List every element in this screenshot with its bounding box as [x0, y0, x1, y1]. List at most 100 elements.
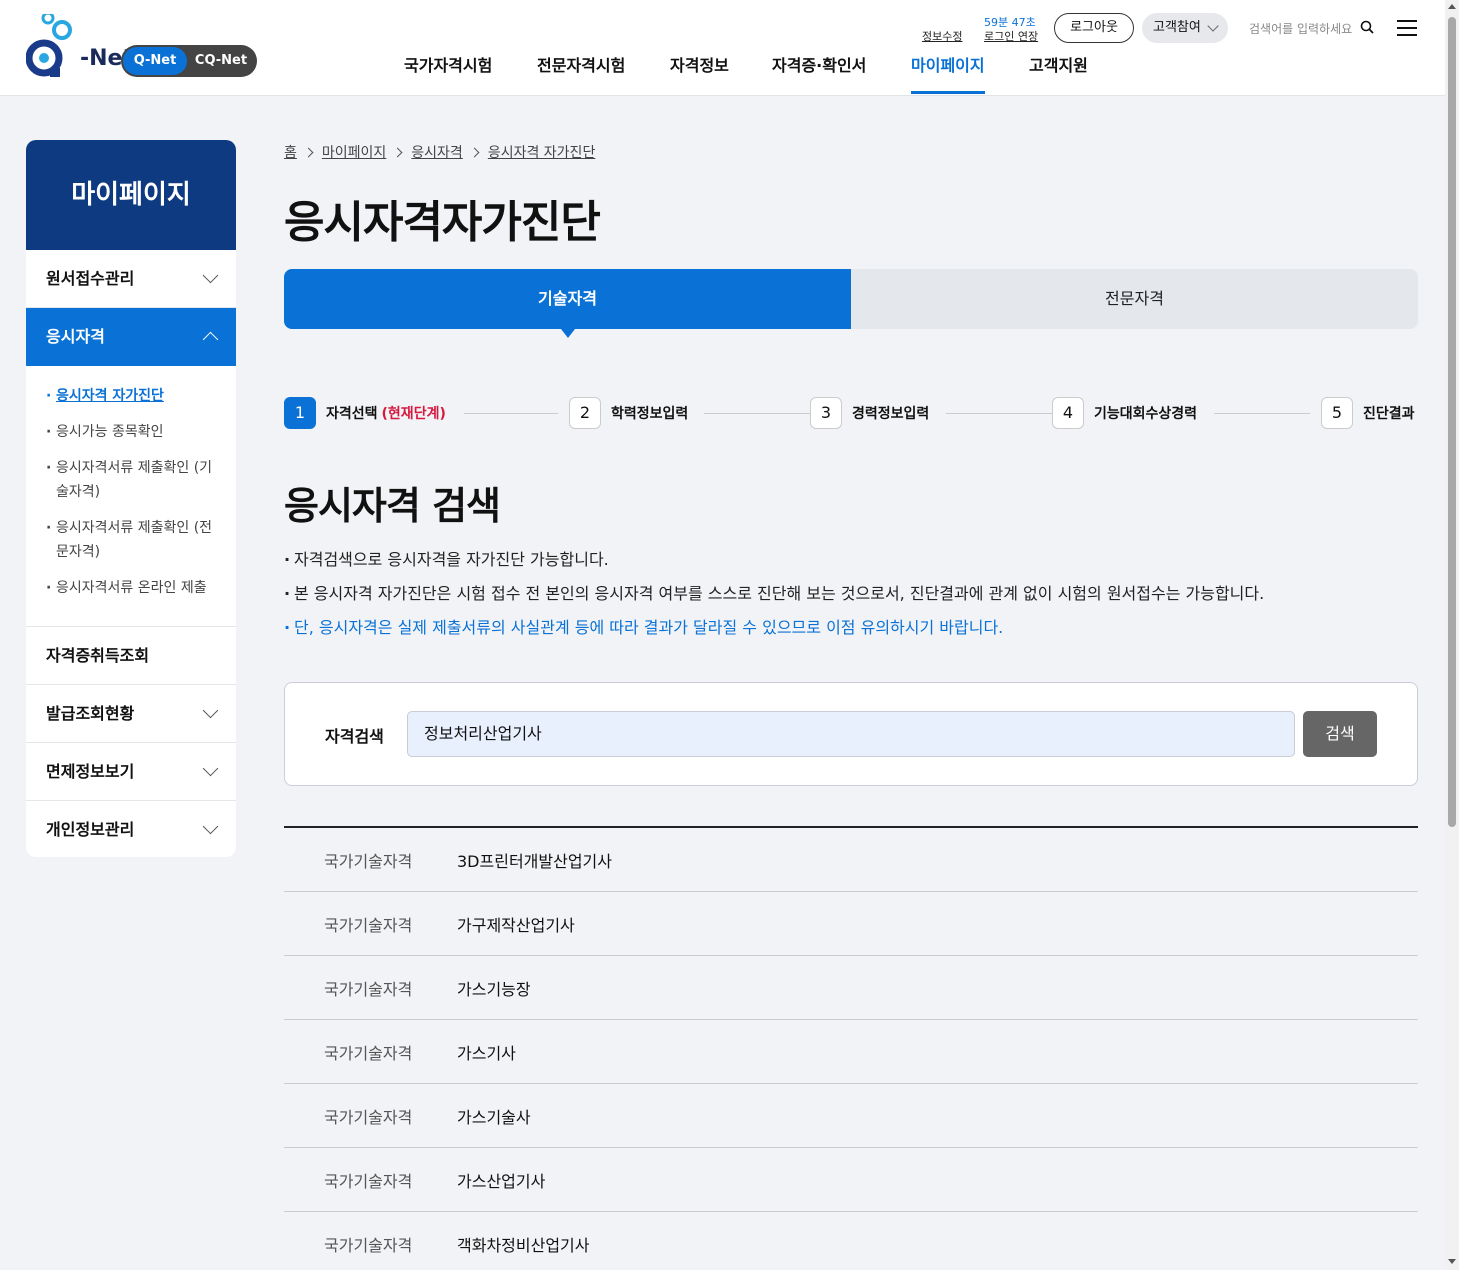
- gnb-qualification-info[interactable]: 자격정보: [670, 52, 729, 94]
- scroll-down-icon[interactable]: [1448, 1259, 1456, 1264]
- step-number: 4: [1052, 397, 1084, 429]
- customer-dropdown[interactable]: 고객참여: [1142, 13, 1228, 43]
- submenu-docs-technical[interactable]: 응시자격서류 제출확인 (기술자격): [46, 456, 216, 504]
- gnb-mypage[interactable]: 마이페이지: [911, 52, 985, 94]
- breadcrumb-eligibility[interactable]: 응시자격: [411, 145, 463, 161]
- site-header: -Net Q-Net CQ-Net 정보수정 59분 47초 로그인 연장 로그…: [0, 0, 1445, 96]
- sidebar-item-label: 자격증취득조회: [46, 646, 150, 665]
- step-number: 5: [1321, 397, 1353, 429]
- result-name[interactable]: 3D프린터개발산업기사: [457, 848, 612, 872]
- search-icon[interactable]: [1360, 20, 1374, 34]
- scroll-up-icon[interactable]: [1448, 4, 1456, 9]
- step-3: 3 경력정보입력: [810, 397, 929, 429]
- result-row[interactable]: 국가기술자격 가스기능장: [284, 956, 1418, 1020]
- notice-item-warning: 단, 응시자격은 실제 제출서류의 사실관계 등에 따라 결과가 달라질 수 있…: [284, 616, 1418, 650]
- result-list: 국가기술자격 3D프린터개발산업기사 국가기술자격 가구제작산업기사 국가기술자…: [284, 826, 1418, 1270]
- sidebar: 마이페이지 원서접수관리 응시자격 응시자격 자가진단 응시가능 종목확인 응시…: [26, 140, 236, 857]
- result-category: 국가기술자격: [324, 1171, 413, 1191]
- chevron-down-icon: [202, 702, 219, 719]
- step-number: 3: [810, 397, 842, 429]
- result-row[interactable]: 국가기술자격 가스기사: [284, 1020, 1418, 1084]
- submenu-docs-professional[interactable]: 응시자격서류 제출확인 (전문자격): [46, 516, 216, 564]
- current-step-badge: (현재단계): [381, 406, 446, 422]
- scrollbar-thumb[interactable]: [1448, 17, 1456, 827]
- step-label: 기능대회수상경력: [1094, 406, 1198, 422]
- breadcrumb-self-diagnosis[interactable]: 응시자격 자가진단: [488, 145, 596, 161]
- chevron-up-icon: [202, 331, 219, 348]
- submenu-available-items[interactable]: 응시가능 종목확인: [46, 420, 216, 444]
- gnb-national-exam[interactable]: 국가자격시험: [404, 52, 492, 94]
- step-connector: [464, 413, 558, 414]
- step-number: 2: [569, 397, 601, 429]
- chevron-down-icon: [202, 267, 219, 284]
- page-title: 응시자격자가진단: [284, 197, 601, 248]
- result-row[interactable]: 국가기술자격 객화차정비산업기사: [284, 1212, 1418, 1270]
- sidebar-item-exemption[interactable]: 면제정보보기: [26, 743, 236, 801]
- submenu-docs-online[interactable]: 응시자격서류 온라인 제출: [46, 576, 216, 600]
- gnb-certificate[interactable]: 자격증·확인서: [772, 52, 866, 94]
- notice-list: 자격검색으로 응시자격을 자가진단 가능합니다. 본 응시자격 자가진단은 시험…: [284, 548, 1418, 650]
- result-category: 국가기술자격: [324, 851, 413, 871]
- step-label: 자격선택: [326, 406, 378, 422]
- result-name[interactable]: 객화차정비산업기사: [457, 1232, 589, 1256]
- sidebar-item-label: 면제정보보기: [46, 762, 135, 781]
- sidebar-item-label: 응시자격: [46, 327, 105, 346]
- result-row[interactable]: 국가기술자격 가구제작산업기사: [284, 892, 1418, 956]
- result-name[interactable]: 가스기술사: [457, 1104, 531, 1128]
- result-name[interactable]: 가구제작산업기사: [457, 912, 575, 936]
- tab-professional[interactable]: 전문자격: [851, 269, 1418, 329]
- sidebar-submenu: 응시자격 자가진단 응시가능 종목확인 응시자격서류 제출확인 (기술자격) 응…: [26, 366, 236, 627]
- sidebar-item-application[interactable]: 원서접수관리: [26, 250, 236, 308]
- notice-item: 자격검색으로 응시자격을 자가진단 가능합니다.: [284, 548, 1418, 582]
- result-category: 국가기술자격: [324, 915, 413, 935]
- header-search-input[interactable]: 검색어를 입력하세요: [1249, 20, 1352, 37]
- section-title: 응시자격 검색: [284, 484, 501, 528]
- edit-info-link[interactable]: 정보수정: [922, 28, 962, 44]
- chevron-right-icon: [392, 147, 403, 158]
- chevron-right-icon: [469, 147, 480, 158]
- result-name[interactable]: 가스산업기사: [457, 1168, 545, 1192]
- result-row[interactable]: 국가기술자격 가스기술사: [284, 1084, 1418, 1148]
- sidebar-title: 마이페이지: [26, 140, 236, 250]
- breadcrumb-mypage[interactable]: 마이페이지: [322, 145, 386, 161]
- result-row[interactable]: 국가기술자격 가스산업기사: [284, 1148, 1418, 1212]
- sidebar-item-label: 발급조회현황: [46, 704, 135, 723]
- qnet-toggle[interactable]: Q-Net: [123, 47, 187, 75]
- result-category: 국가기술자격: [324, 979, 413, 999]
- qualification-search-box: 자격검색 정보처리산업기사 검색: [284, 682, 1418, 786]
- qualification-search-input[interactable]: 정보처리산업기사: [407, 711, 1295, 757]
- sidebar-item-privacy[interactable]: 개인정보관리: [26, 801, 236, 857]
- notice-item: 본 응시자격 자가진단은 시험 접수 전 본인의 응시자격 여부를 스스로 진단…: [284, 582, 1418, 616]
- sidebar-item-acquisition[interactable]: 자격증취득조회: [26, 627, 236, 685]
- step-label: 학력정보입력: [611, 406, 689, 422]
- gnb-support[interactable]: 고객지원: [1029, 52, 1088, 94]
- chevron-down-icon: [202, 818, 219, 835]
- tab-technical[interactable]: 기술자격: [284, 269, 851, 338]
- result-row[interactable]: 국가기술자격 3D프린터개발산업기사: [284, 828, 1418, 892]
- submenu-self-diagnosis[interactable]: 응시자격 자가진단: [46, 384, 216, 408]
- menu-icon[interactable]: [1397, 20, 1417, 36]
- result-name[interactable]: 가스기사: [457, 1040, 516, 1064]
- gnb-professional-exam[interactable]: 전문자격시험: [537, 52, 625, 94]
- search-button[interactable]: 검색: [1303, 711, 1377, 757]
- result-category: 국가기술자격: [324, 1107, 413, 1127]
- sidebar-item-issuance[interactable]: 발급조회현황: [26, 685, 236, 743]
- sidebar-item-eligibility[interactable]: 응시자격: [26, 308, 236, 366]
- step-connector: [704, 413, 810, 414]
- logout-button[interactable]: 로그아웃: [1054, 13, 1134, 43]
- step-progress: 1 자격선택 (현재단계) 2 학력정보입력 3 경력정보입력 4 기능대회수상…: [284, 397, 1418, 429]
- page-scrollbar[interactable]: [1445, 0, 1459, 1270]
- qualification-tabs: 기술자격 전문자격: [284, 269, 1418, 338]
- chevron-down-icon: [202, 760, 219, 777]
- sidebar-item-label: 개인정보관리: [46, 820, 135, 839]
- sidebar-item-label: 원서접수관리: [46, 269, 135, 288]
- step-4: 4 기능대회수상경력: [1052, 397, 1197, 429]
- step-1: 1 자격선택 (현재단계): [284, 397, 446, 429]
- cqnet-toggle[interactable]: CQ-Net: [187, 47, 255, 75]
- extend-login-link[interactable]: 로그인 연장: [984, 28, 1038, 44]
- search-label: 자격검색: [325, 727, 384, 746]
- result-name[interactable]: 가스기능장: [457, 976, 531, 1000]
- result-category: 국가기술자격: [324, 1235, 413, 1255]
- breadcrumb-home[interactable]: 홈: [284, 145, 297, 161]
- step-2: 2 학력정보입력: [569, 397, 688, 429]
